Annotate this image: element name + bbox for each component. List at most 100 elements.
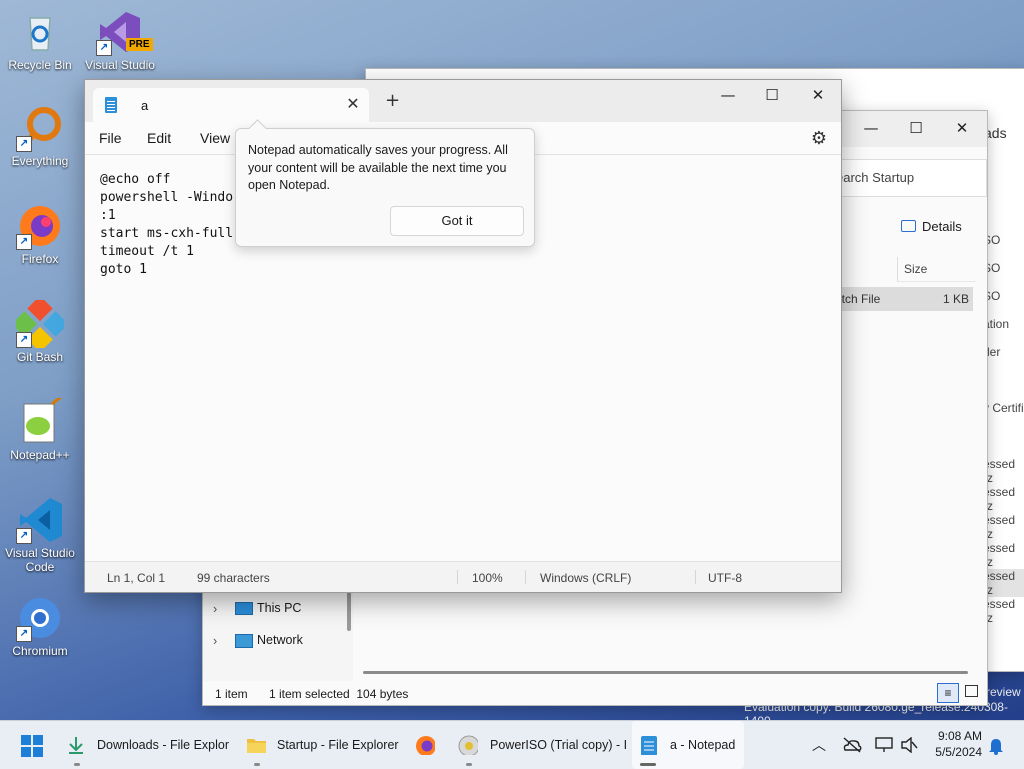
close-button[interactable]: ✕ [939, 113, 985, 143]
start-button[interactable] [14, 721, 50, 769]
tab-a[interactable]: a ✕ [93, 88, 369, 122]
download-icon [69, 737, 83, 754]
desktop-icon-label: Everything [11, 154, 69, 168]
file-type-fragment: essed (z [983, 569, 1024, 597]
desktop-icon-label: Notepad++ [10, 448, 70, 462]
firefox-icon [416, 736, 435, 755]
taskbar-item-firefox[interactable] [410, 721, 442, 769]
character-count: 99 characters [197, 571, 270, 585]
line-ending[interactable]: Windows (CRLF) [540, 571, 631, 585]
minimize-button[interactable]: — [705, 80, 751, 110]
tab-title: a [141, 98, 149, 113]
editor-line: start ms-cxh-full [100, 226, 234, 241]
notification-bell-icon[interactable] [988, 737, 1004, 755]
shortcut-arrow-icon: ↗ [16, 626, 32, 642]
firefox-icon: ↗ [16, 202, 64, 250]
menu-edit[interactable]: Edit [147, 130, 171, 146]
onedrive-offline-icon[interactable] [842, 737, 862, 753]
notepad-icon [105, 97, 117, 113]
file-type-fragment: essed (z [983, 513, 1016, 541]
desktop-icon-recycle-bin[interactable]: Recycle Bin [0, 8, 80, 72]
file-type-fragment: essed (z [983, 485, 1016, 513]
chevron-up-icon[interactable]: ︿ [812, 735, 826, 755]
taskbar-item-startup[interactable]: Startup - File Explorer [240, 721, 405, 769]
got-it-button[interactable]: Got it [390, 206, 524, 236]
nav-pane: › This PC › Network [203, 591, 353, 681]
notepad-plus-plus-icon [16, 394, 64, 446]
running-indicator [254, 763, 260, 766]
notepad-titlebar: a ✕ + — ☐ ✕ [85, 80, 841, 122]
minimize-button[interactable]: — [848, 113, 894, 143]
column-header-size[interactable]: Size [897, 257, 976, 282]
desktop-icon-git-bash[interactable]: ↗ Git Bash [0, 295, 80, 364]
volume-muted-icon[interactable] [900, 737, 918, 753]
editor-line: :1 [100, 208, 116, 223]
desktop-icon-label: Recycle Bin [8, 58, 72, 72]
maximize-button[interactable]: ☐ [893, 113, 939, 143]
shortcut-arrow-icon: ↗ [16, 528, 32, 544]
taskbar-item-downloads[interactable]: Downloads - File Explor [62, 721, 234, 769]
popup-message: Notepad automatically saves your progres… [248, 143, 508, 192]
desktop-icon-everything[interactable]: ↗ Everything [0, 104, 80, 168]
shortcut-arrow-icon: ↗ [16, 332, 32, 348]
editor-line: goto 1 [100, 262, 147, 277]
encoding[interactable]: UTF-8 [708, 571, 742, 585]
taskbar: Downloads - File Explor Startup - File E… [0, 720, 1024, 769]
taskbar-item-poweriso[interactable]: PowerISO (Trial copy) - I [452, 721, 627, 769]
desktop-icon-notepad-plus-plus[interactable]: Notepad++ [0, 394, 80, 462]
horizontal-scrollbar[interactable] [363, 671, 968, 674]
clock[interactable]: 9:08 AM 5/5/2024 [920, 729, 982, 759]
desktop-icon-label: Git Bash [16, 350, 64, 364]
network-icon [235, 634, 253, 648]
shortcut-arrow-icon: ↗ [16, 136, 32, 152]
folder-icon [247, 739, 266, 753]
chromium-icon: ↗ [16, 594, 64, 642]
details-button[interactable]: Details [901, 219, 962, 234]
notepad-status-bar: Ln 1, Col 1 99 characters 100% Windows (… [85, 561, 841, 592]
chevron-right-icon: › [213, 602, 218, 616]
maximize-button[interactable]: ☐ [749, 80, 795, 110]
desktop-icon-chromium[interactable]: ↗ Chromium [0, 594, 80, 658]
taskbar-label: Downloads - File Explor [97, 738, 229, 752]
editor-line: @echo off [100, 172, 171, 187]
desktop-icon-vscode[interactable]: ↗ Visual Studio Code [0, 496, 80, 574]
search-placeholder: earch Startup [836, 170, 915, 185]
network-icon[interactable] [874, 737, 894, 753]
shortcut-arrow-icon: ↗ [16, 234, 32, 250]
recycle-bin-icon [16, 8, 64, 56]
desktop-icon-firefox[interactable]: ↗ Firefox [0, 202, 80, 266]
menu-view[interactable]: View [200, 130, 230, 146]
windows-logo-icon [21, 735, 43, 757]
taskbar-label: a - Notepad [670, 738, 736, 752]
settings-gear-icon[interactable]: ⚙ [811, 128, 827, 149]
file-size: 1 KB [942, 292, 969, 306]
tab-close-icon[interactable]: ✕ [343, 94, 363, 114]
git-bash-icon: ↗ [11, 295, 69, 353]
taskbar-item-notepad[interactable]: a - Notepad [632, 721, 744, 769]
nav-item-this-pc[interactable]: › This PC [213, 599, 343, 621]
desktop-icon-visual-studio[interactable]: ↗ PRE Visual Studio [80, 8, 160, 72]
new-tab-button[interactable]: + [385, 92, 400, 110]
prerelease-badge: PRE [126, 38, 153, 51]
running-indicator [74, 763, 80, 766]
vscode-icon: ↗ [16, 496, 64, 544]
close-button[interactable]: ✕ [795, 80, 841, 110]
file-row-selected[interactable]: atch File 1 KB [835, 287, 973, 311]
taskbar-label: PowerISO (Trial copy) - I [490, 738, 628, 752]
desktop-icon-label: Visual Studio Code [5, 546, 75, 574]
details-pane-icon [901, 220, 916, 232]
running-indicator [466, 763, 472, 766]
notepad-icon [641, 736, 657, 755]
pc-icon [235, 602, 253, 615]
zoom-level[interactable]: 100% [472, 571, 503, 585]
details-view-icon[interactable]: ≡ [937, 683, 959, 703]
chevron-right-icon: › [213, 634, 218, 648]
large-icons-view-icon[interactable] [965, 685, 978, 697]
menu-file[interactable]: File [99, 130, 122, 146]
file-type-fragment: essed (z [983, 541, 1016, 569]
status-divider [695, 570, 696, 584]
status-divider [457, 570, 458, 584]
search-box[interactable]: earch Startup [835, 159, 987, 197]
nav-item-network[interactable]: › Network [213, 631, 343, 653]
nav-scrollbar[interactable] [347, 591, 351, 631]
